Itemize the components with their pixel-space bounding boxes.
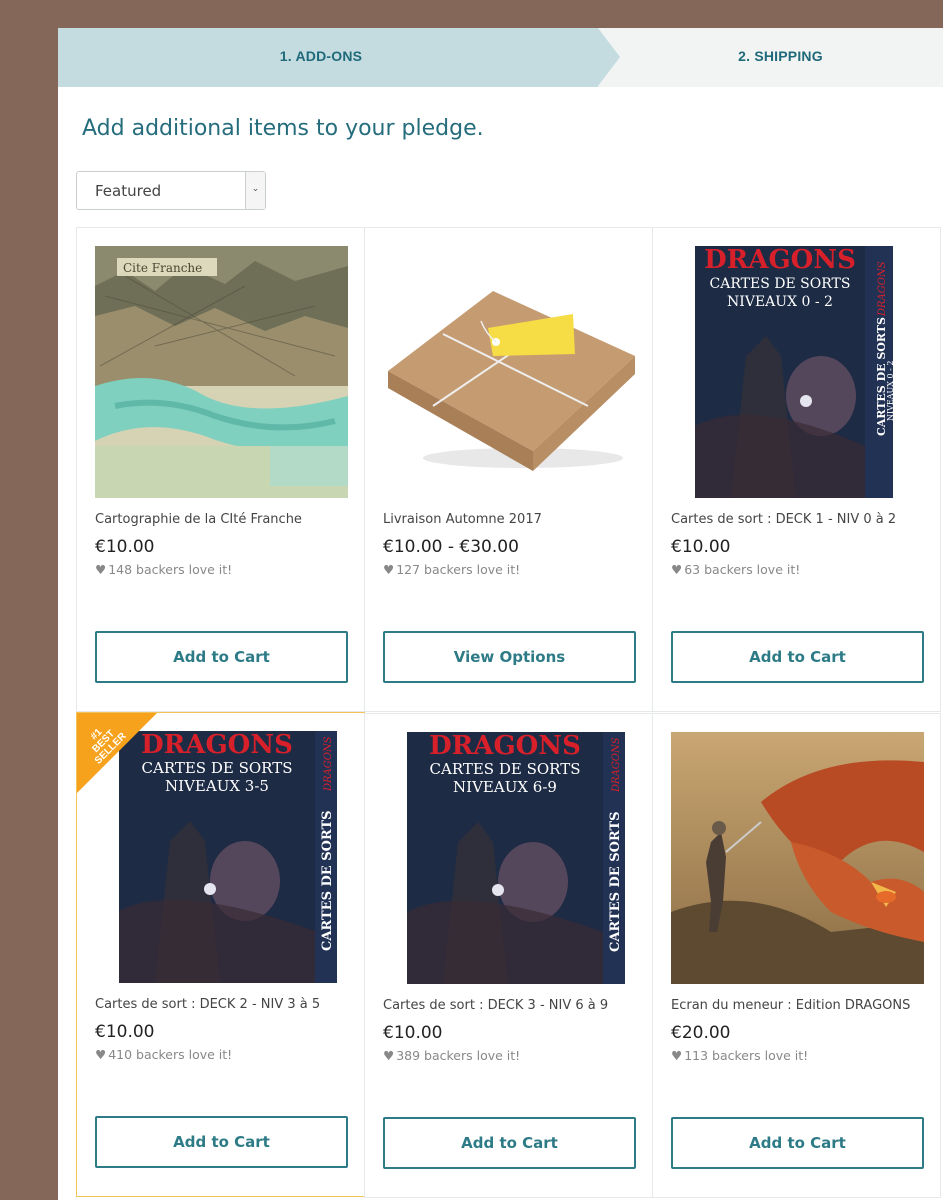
product-title[interactable]: Cartographie de la CIté Franche [95, 512, 302, 527]
add-to-cart-button[interactable]: Add to Cart [95, 1116, 348, 1168]
deck-brand: DRAGONS [429, 732, 581, 761]
product-price: €10.00 [383, 1023, 443, 1043]
backers-love-text: 63 backers love it! [684, 562, 801, 577]
deck-side-brand: DRAGONS [877, 261, 888, 317]
deck-side-brand: DRAGONS [611, 737, 622, 793]
product-card: DRAGONS CARTES DE SORTS NIVEAUX 3-5 CART… [76, 712, 365, 1197]
product-image-spell-deck[interactable]: DRAGONS CARTES DE SORTS NIVEAUX 0 - 2 CA… [671, 246, 924, 498]
product-image-dragon-art[interactable] [671, 732, 924, 984]
heart-icon: ♥ [383, 562, 395, 577]
backers-love-text: 389 backers love it! [396, 1048, 521, 1063]
backers-love-text: 410 backers love it! [108, 1047, 233, 1062]
heart-icon: ♥ [671, 562, 683, 577]
backers-love: ♥ 113 backers love it! [671, 1048, 808, 1063]
backers-love: ♥ 410 backers love it! [95, 1047, 232, 1062]
product-price: €10.00 [95, 537, 155, 557]
checkout-steps: 1. ADD-ONS 2. SHIPPING [58, 28, 943, 87]
deck-side-brand: DRAGONS [323, 736, 334, 792]
product-image-spell-deck[interactable]: DRAGONS CARTES DE SORTS NIVEAUX 6-9 CART… [383, 732, 636, 984]
deck-side-text: CARTES DE SORTS [320, 810, 335, 951]
heart-icon: ♥ [95, 1047, 107, 1062]
product-title[interactable]: Cartes de sort : DECK 1 - NIV 0 à 2 [671, 512, 896, 527]
product-card: Ecran du meneur : Edition DRAGONS €20.00… [652, 713, 941, 1198]
product-card: Livraison Automne 2017 €10.00 - €30.00 ♥… [364, 227, 653, 712]
deck-line2: NIVEAUX 6-9 [453, 778, 557, 796]
backers-love-text: 113 backers love it! [684, 1048, 809, 1063]
backers-love-text: 148 backers love it! [108, 562, 233, 577]
add-to-cart-button[interactable]: Add to Cart [671, 631, 924, 683]
heart-icon: ♥ [95, 562, 107, 577]
sort-select[interactable]: Featured ⌄ [76, 171, 266, 210]
deck-side-text-2: NIVEAUX 0 - 2 [886, 360, 895, 421]
heart-icon: ♥ [383, 1048, 395, 1063]
add-to-cart-button[interactable]: Add to Cart [671, 1117, 924, 1169]
backers-love: ♥ 389 backers love it! [383, 1048, 520, 1063]
sort-selected-value: Featured [95, 182, 162, 200]
heart-icon: ♥ [671, 1048, 683, 1063]
product-card: Cite Franche Cartographie de la CIté Fra… [76, 227, 365, 712]
pledge-panel: 1. ADD-ONS 2. SHIPPING Add additional it… [58, 28, 943, 1200]
product-title[interactable]: Cartes de sort : DECK 2 - NIV 3 à 5 [95, 997, 320, 1012]
sort-dropdown-button[interactable]: ⌄ [245, 172, 265, 209]
deck-brand: DRAGONS [141, 731, 293, 760]
backers-love-text: 127 backers love it! [396, 562, 521, 577]
product-card: DRAGONS CARTES DE SORTS NIVEAUX 6-9 CART… [364, 713, 653, 1198]
product-price: €10.00 [671, 537, 731, 557]
product-card: DRAGONS CARTES DE SORTS NIVEAUX 0 - 2 CA… [652, 227, 941, 712]
step-shipping-label[interactable]: 2. SHIPPING [618, 48, 943, 64]
chevron-down-icon: ⌄ [251, 183, 260, 193]
best-seller-badge: #1 BEST SELLER [77, 713, 157, 793]
product-price: €10.00 - €30.00 [383, 537, 519, 557]
deck-line1: CARTES DE SORTS [710, 276, 851, 292]
deck-line2: NIVEAUX 0 - 2 [727, 294, 833, 310]
backers-love: ♥ 148 backers love it! [95, 562, 232, 577]
deck-line1: CARTES DE SORTS [430, 760, 581, 778]
product-price: €20.00 [671, 1023, 731, 1043]
deck-line2: NIVEAUX 3-5 [165, 777, 269, 795]
product-title[interactable]: Ecran du meneur : Edition DRAGONS [671, 998, 910, 1013]
add-to-cart-button[interactable]: Add to Cart [95, 631, 348, 683]
product-title[interactable]: Cartes de sort : DECK 3 - NIV 6 à 9 [383, 998, 608, 1013]
map-title-text: Cite Franche [123, 261, 202, 275]
product-image-city-map[interactable]: Cite Franche [95, 246, 348, 498]
backers-love: ♥ 127 backers love it! [383, 562, 520, 577]
deck-line1: CARTES DE SORTS [142, 759, 293, 777]
product-price: €10.00 [95, 1022, 155, 1042]
add-to-cart-button[interactable]: Add to Cart [383, 1117, 636, 1169]
step-add-ons-label: 1. ADD-ONS [279, 48, 363, 64]
backers-love: ♥ 63 backers love it! [671, 562, 800, 577]
deck-brand: DRAGONS [704, 246, 856, 275]
page-title: Add additional items to your pledge. [82, 116, 484, 141]
product-title[interactable]: Livraison Automne 2017 [383, 512, 542, 527]
deck-side-text: CARTES DE SORTS [608, 811, 623, 952]
product-image-parcel[interactable] [383, 246, 636, 498]
view-options-button[interactable]: View Options [383, 631, 636, 683]
